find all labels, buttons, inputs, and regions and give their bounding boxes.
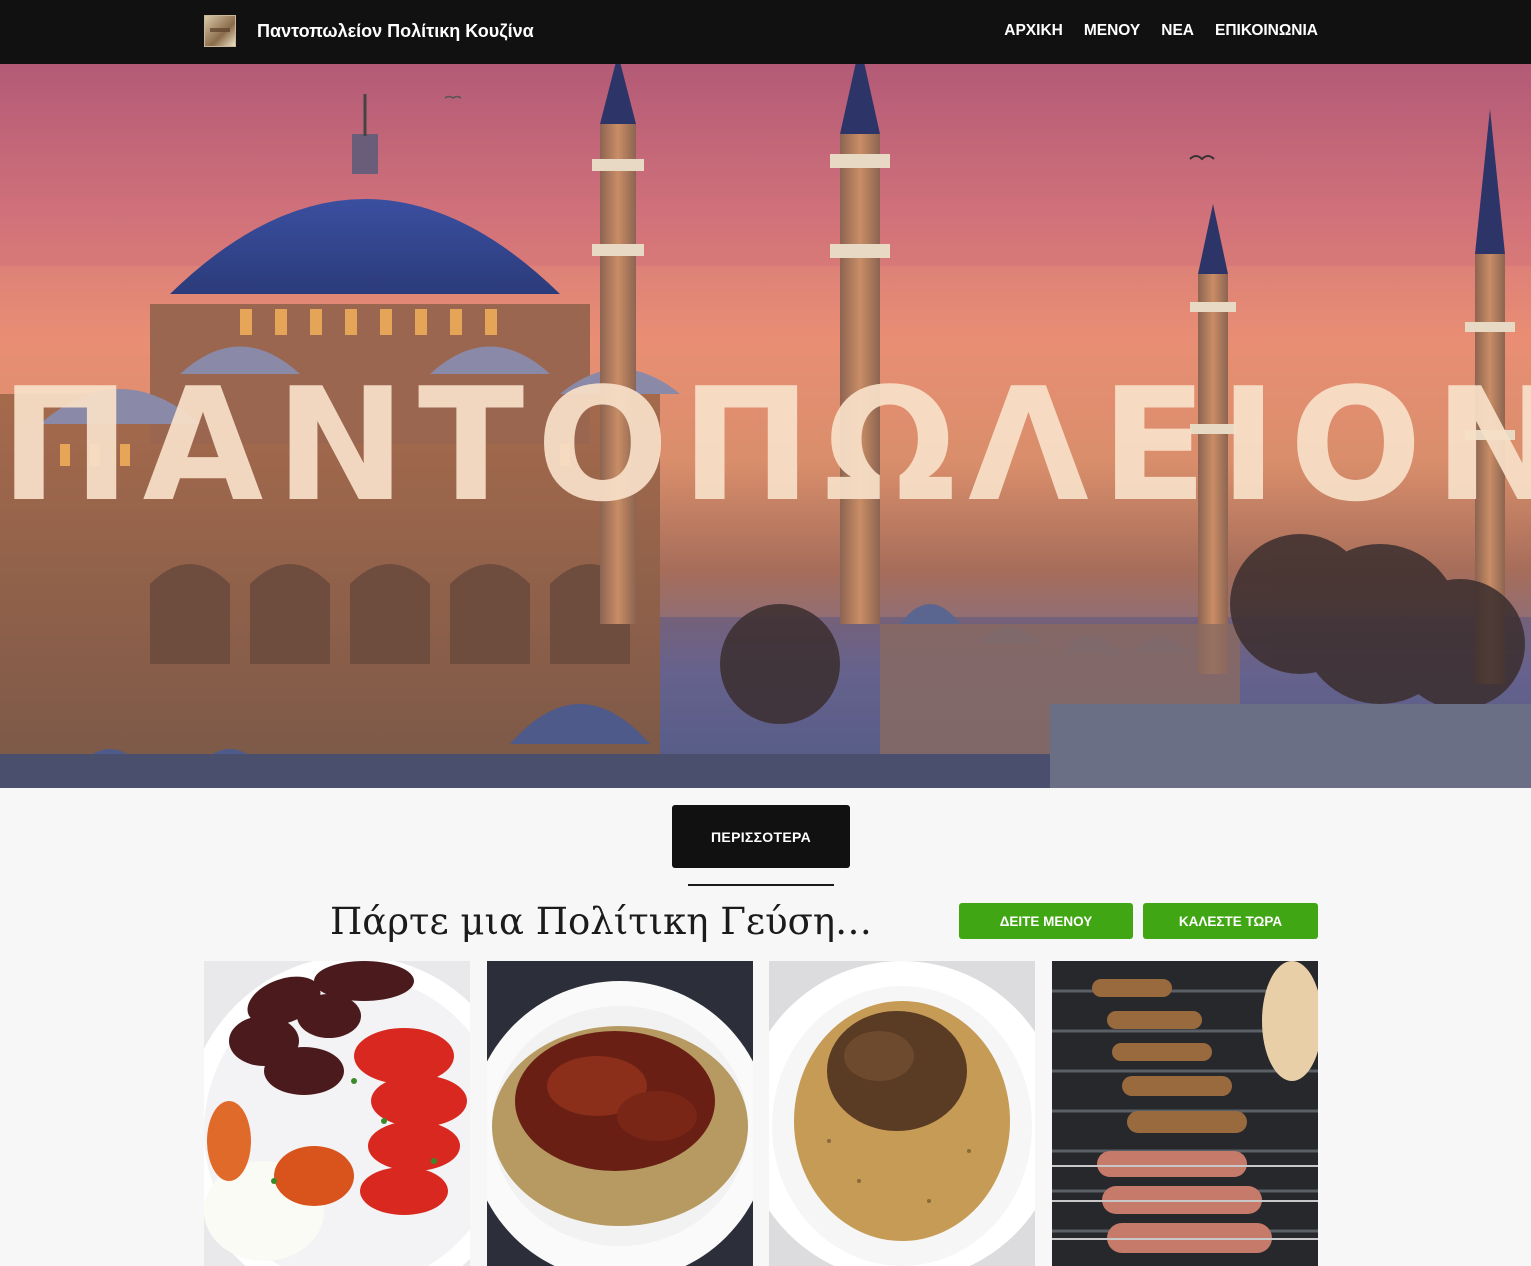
dish-photo-kebab-grill[interactable] — [1052, 961, 1318, 1266]
section-tagline: Πάρτε μια Πολίτικη Γεύση… — [330, 900, 872, 943]
nav-home[interactable]: ΑΡΧΙΚΗ — [1004, 19, 1063, 43]
nav-contact[interactable]: ΕΠΙΚΟΙΝΩΝΙΑ — [1215, 19, 1318, 43]
nav-news[interactable]: ΝΕΑ — [1161, 19, 1194, 43]
call-now-button[interactable]: ΚΑΛΕΣΤΕ ΤΩΡΑ — [1143, 903, 1318, 939]
hero-title: ΠΑΝΤΟΠΩΛΕΙΟΝ — [0, 354, 1531, 536]
dish-photo-sausage-tomato[interactable] — [204, 961, 470, 1266]
see-menu-button[interactable]: ΔΕΙΤΕ ΜΕΝΟΥ — [959, 903, 1133, 939]
nav-menu[interactable]: ΜΕΝΟΥ — [1084, 19, 1140, 43]
more-button[interactable]: ΠΕΡΙΣΣΟΤΕΡΑ — [672, 805, 850, 868]
site-name[interactable]: Παντοπωλείον Πολίτικη Κουζίνα — [257, 19, 534, 43]
site-logo[interactable] — [204, 15, 236, 47]
section-divider — [688, 884, 834, 886]
hero-banner: ΠΑΝΤΟΠΩΛΕΙΟΝ — [0, 64, 1531, 788]
dish-photo-stew-puree[interactable] — [487, 961, 753, 1266]
top-navigation-bar: Παντοπωλείον Πολίτικη Κουζίνα ΑΡΧΙΚΗ ΜΕΝ… — [0, 0, 1531, 64]
main-nav: ΑΡΧΙΚΗ ΜΕΝΟΥ ΝΕΑ ΕΠΙΚΟΙΝΩΝΙΑ — [1004, 19, 1318, 43]
dish-photo-meat-orzo[interactable] — [769, 961, 1035, 1266]
